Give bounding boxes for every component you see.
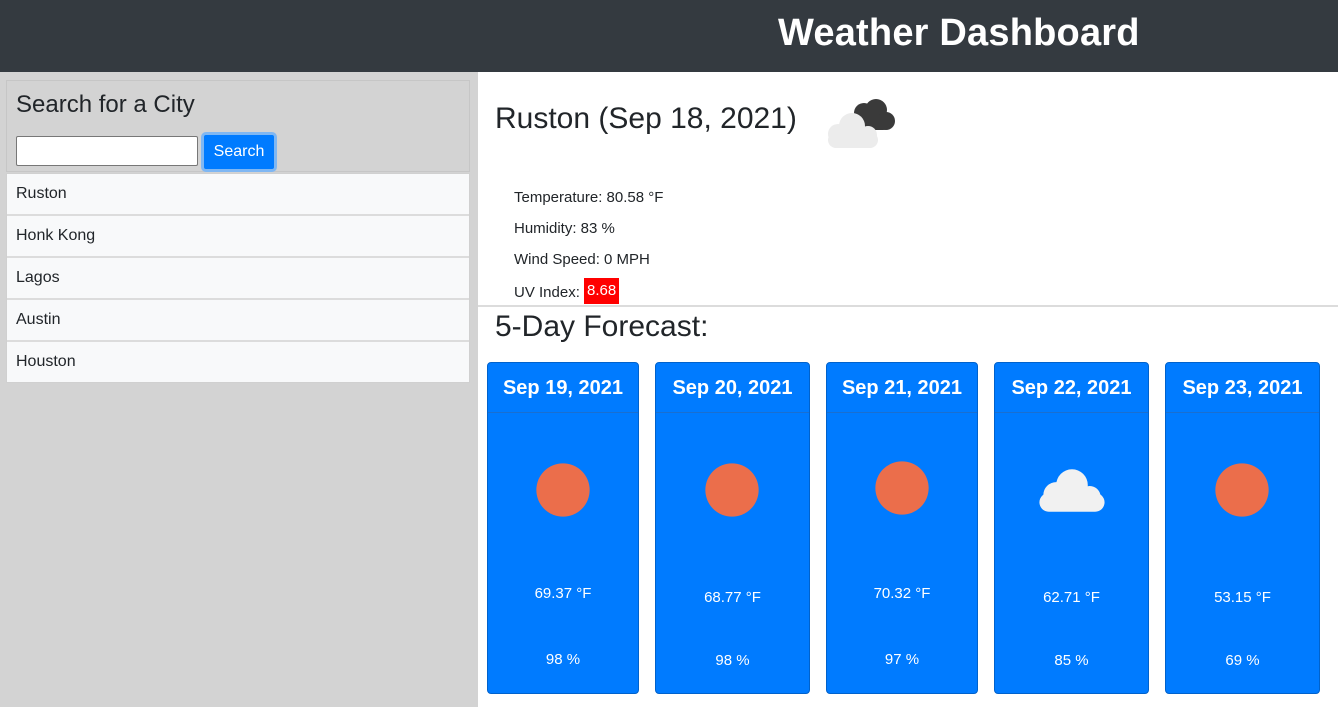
- uv-index-label: UV Index:: [514, 283, 585, 301]
- sun-icon: [536, 463, 590, 517]
- divider: [478, 305, 1338, 307]
- temperature-text: Temperature: 80.58 °F: [514, 189, 664, 206]
- forecast-temperature: 62.71 °F: [1043, 589, 1100, 606]
- humidity-text: Humidity: 83 %: [514, 220, 615, 237]
- forecast-temperature: 68.77 °F: [704, 589, 761, 606]
- app-title: Weather Dashboard: [778, 12, 1140, 54]
- forecast-humidity: 69 %: [1225, 652, 1260, 669]
- sidebar: Search for a City Search Ruston Honk Kon…: [0, 72, 478, 707]
- forecast-card: Sep 19, 2021 69.37 °F 98 %: [487, 362, 639, 694]
- forecast-temperature: 70.32 °F: [873, 585, 931, 602]
- forecast-title: 5-Day Forecast:: [495, 310, 709, 343]
- wind-speed-text: Wind Speed: 0 MPH: [514, 251, 650, 268]
- cloud-icon: [1039, 469, 1105, 512]
- search-history-list: Ruston Honk Kong Lagos Austin Houston: [6, 173, 470, 383]
- history-item-houston[interactable]: Houston: [7, 342, 469, 382]
- current-city-title: Ruston (Sep 18, 2021): [495, 102, 797, 135]
- sun-icon: [705, 463, 759, 517]
- uv-index-badge: 8.68: [584, 278, 620, 304]
- history-item-lagos[interactable]: Lagos: [7, 258, 469, 300]
- forecast-humidity: 97 %: [884, 651, 920, 668]
- forecast-date: Sep 22, 2021: [995, 363, 1148, 413]
- forecast-date: Sep 21, 2021: [827, 363, 977, 413]
- forecast-date: Sep 20, 2021: [656, 363, 809, 413]
- forecast-humidity: 98 %: [715, 652, 750, 669]
- search-panel: Search for a City Search: [6, 80, 470, 172]
- navbar: Weather Dashboard: [0, 0, 1338, 72]
- sun-icon: [875, 461, 929, 515]
- forecast-card: Sep 22, 2021 62.71 °F 85 %: [994, 362, 1149, 694]
- forecast-card: Sep 23, 2021 53.15 °F 69 %: [1165, 362, 1320, 694]
- forecast-humidity: 98 %: [545, 651, 581, 668]
- sun-icon: [1215, 463, 1269, 517]
- forecast-temperature: 69.37 °F: [534, 585, 592, 602]
- city-search-input[interactable]: [16, 136, 198, 166]
- history-item-austin[interactable]: Austin: [7, 300, 469, 342]
- forecast-date: Sep 23, 2021: [1166, 363, 1319, 413]
- main-content: Ruston (Sep 18, 2021) Temperature: 80.58…: [478, 72, 1338, 707]
- history-item-honk-kong[interactable]: Honk Kong: [7, 216, 469, 258]
- broken-clouds-icon: [828, 99, 895, 148]
- forecast-card: Sep 21, 2021 70.32 °F 97 %: [826, 362, 978, 694]
- history-item-ruston[interactable]: Ruston: [7, 174, 469, 216]
- forecast-temperature: 53.15 °F: [1214, 589, 1271, 606]
- search-title: Search for a City: [16, 91, 195, 118]
- forecast-humidity: 85 %: [1054, 652, 1089, 669]
- search-button[interactable]: Search: [201, 132, 277, 172]
- current-details: Temperature: 80.58 °F Humidity: 83 % Win…: [514, 187, 663, 311]
- forecast-card: Sep 20, 2021 68.77 °F 98 %: [655, 362, 810, 694]
- forecast-date: Sep 19, 2021: [488, 363, 638, 413]
